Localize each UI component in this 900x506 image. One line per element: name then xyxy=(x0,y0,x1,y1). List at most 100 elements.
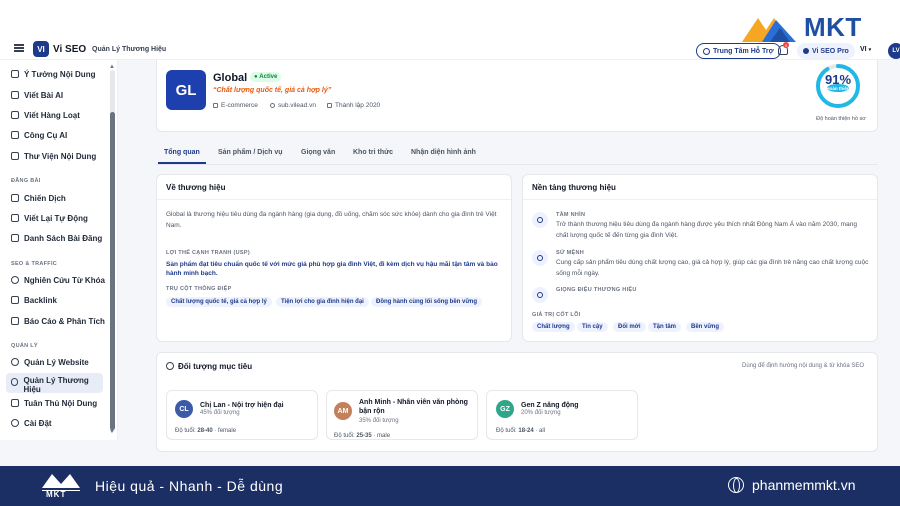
tab-overview[interactable]: Tổng quan xyxy=(164,149,200,156)
tab-tone-of-voice[interactable]: Giọng văn xyxy=(301,149,335,156)
brand-slogan: “Chất lượng quốc tế, giá cả hợp lý” xyxy=(213,87,332,94)
sidebar-item-compliance[interactable]: Tuân Thủ Nội Dung xyxy=(11,396,97,410)
help-circle-icon xyxy=(703,47,710,55)
persona-name: Gen Z năng động xyxy=(521,402,579,409)
sidebar-item-post-list[interactable]: Danh Sách Bài Đăng xyxy=(11,231,102,245)
sidebar-item-brand-management[interactable]: Quản Lý Thương Hiệu xyxy=(11,376,101,394)
sidebar-item-backlink[interactable]: Backlink xyxy=(11,293,57,307)
footer-mkt-logo-text: MKT xyxy=(46,490,67,499)
persona-age: Độ tuổi: 18-24 · all xyxy=(496,428,545,434)
pen-icon xyxy=(11,91,19,99)
persona-name: Chị Lan - Nội trợ hiện đại xyxy=(200,402,284,409)
tag-icon xyxy=(213,103,218,108)
sidebar-item-bulk-writer[interactable]: Viết Hàng Loạt xyxy=(11,108,80,122)
value-chip: Chất lượng xyxy=(532,322,575,332)
sidebar-item-label: Thư Viện Nội Dung xyxy=(24,151,97,161)
persona-age-label: Độ tuổi: xyxy=(175,428,196,434)
value-chip: Tận tâm xyxy=(648,322,682,332)
sidebar-item-content-ideas[interactable]: Ý Tưởng Nội Dung xyxy=(11,67,95,81)
pillar-chip: Tiện lợi cho gia đình hiện đại xyxy=(276,297,369,307)
brand-industry-value: E-commerce xyxy=(221,102,258,109)
core-values-label: GIÁ TRỊ CỐT LÕI xyxy=(532,312,581,318)
sidebar-item-websites[interactable]: Quản Lý Website xyxy=(11,355,89,369)
calendar-icon xyxy=(327,103,332,108)
target-audience-hint: Dùng để định hướng nội dung & từ khóa SE… xyxy=(742,363,865,369)
message-pillars-label: TRỤ CỘT THÔNG ĐIỆP xyxy=(166,286,232,292)
sidebar-item-label: Viết Lại Tự Động xyxy=(24,213,88,223)
sidebar-item-label: Viết Hàng Loạt xyxy=(24,110,80,120)
language-selector[interactable]: VI ▾ xyxy=(860,46,871,53)
list-icon xyxy=(11,234,19,242)
tab-products-services[interactable]: Sản phẩm / Dịch vụ xyxy=(218,149,283,156)
sidebar-section-manage: QUẢN LÝ xyxy=(11,343,38,349)
sidebar-item-label: Báo Cáo & Phân Tích xyxy=(24,316,105,326)
vision-label: TẦM NHÌN xyxy=(556,212,586,218)
hamburger-menu-icon[interactable] xyxy=(14,44,24,52)
brand-icon xyxy=(11,378,19,386)
link-icon xyxy=(11,296,19,304)
sidebar-item-label: Quản Lý Thương Hiệu xyxy=(23,376,89,394)
tools-icon xyxy=(11,131,19,139)
refresh-icon xyxy=(11,214,19,222)
sidebar-item-keyword-research[interactable]: Nghiên Cứu Từ Khóa xyxy=(11,273,105,287)
user-icon xyxy=(803,48,809,54)
gear-icon xyxy=(11,419,19,427)
scroll-down-arrow-icon[interactable]: ▼ xyxy=(109,429,115,435)
globe-icon xyxy=(728,477,744,493)
pillar-chip: Đồng hành cùng lối sống bền vững xyxy=(371,297,483,307)
footer-slogan: Hiệu quả - Nhanh - Dễ dùng xyxy=(95,478,284,494)
profile-completion-value: 91% xyxy=(824,72,852,87)
app-logo[interactable]: VI xyxy=(33,41,49,57)
sidebar-item-ai-writer[interactable]: Viết Bài AI xyxy=(11,88,63,102)
sidebar-item-label: Quản Lý Website xyxy=(24,357,89,367)
tab-visual-identity[interactable]: Nhận diện hình ảnh xyxy=(411,149,476,156)
sidebar-item-content-library[interactable]: Thư Viện Nội Dung xyxy=(11,149,96,163)
sidebar-item-auto-rewrite[interactable]: Viết Lại Tự Động xyxy=(11,211,88,225)
rocket-icon xyxy=(11,194,19,202)
brand-logo: GL xyxy=(166,70,206,110)
sidebar-item-settings[interactable]: Cài Đặt xyxy=(11,416,52,430)
persona-avatar: GZ xyxy=(496,400,514,418)
brand-foundation-title: Nền tảng thương hiệu xyxy=(532,183,616,192)
tab-knowledge-base[interactable]: Kho tri thức xyxy=(353,149,393,156)
users-icon xyxy=(166,362,174,370)
sidebar-item-ai-tools[interactable]: Công Cụ AI xyxy=(11,128,67,142)
persona-avatar: CL xyxy=(175,400,193,418)
persona-age: Độ tuổi: 28-40 · female xyxy=(175,428,236,434)
pillar-chip: Chất lượng quốc tế, giá cả hợp lý xyxy=(166,297,272,307)
value-chip: Bền vững xyxy=(686,322,725,332)
brand-name: Global xyxy=(213,72,248,84)
persona-age-value: 25-35 xyxy=(356,433,372,439)
brand-founded-value: Thành lập 2020 xyxy=(335,102,381,109)
profile-completion-caption: Độ hoàn thiện hồ sơ xyxy=(816,116,866,122)
mission-text: Cung cấp sản phẩm tiêu dùng chất lượng c… xyxy=(556,259,869,277)
support-center-button[interactable]: Trung Tâm Hỗ Trợ xyxy=(696,43,781,59)
sidebar-item-reports[interactable]: Báo Cáo & Phân Tích xyxy=(11,314,105,328)
scroll-up-arrow-icon[interactable]: ▲ xyxy=(109,64,115,70)
sidebar-scrollbar-thumb[interactable] xyxy=(110,112,115,430)
brand-website[interactable]: sub.vilead.vn xyxy=(270,102,316,109)
tabs-divider xyxy=(156,164,878,165)
mkt-brand-logo: MKT xyxy=(740,10,862,44)
support-center-label: Trung Tâm Hỗ Trợ xyxy=(713,47,774,55)
globe-icon xyxy=(11,358,19,366)
sidebar-item-label: Nghiên Cứu Từ Khóa xyxy=(24,275,105,285)
sidebar-item-campaigns[interactable]: Chiến Dịch xyxy=(11,191,66,205)
card-divider xyxy=(157,199,511,200)
persona-share: 20% đối tượng xyxy=(521,410,561,416)
bar-chart-icon xyxy=(11,317,19,325)
profile-completion-label: Hoàn thiện xyxy=(826,86,850,91)
sidebar-item-label: Ý Tưởng Nội Dung xyxy=(24,69,96,79)
about-brand-title: Về thương hiệu xyxy=(166,183,226,192)
persona-age: Độ tuổi: 25-35 · male xyxy=(334,433,390,439)
usp-label: LỢI THẾ CẠNH TRANH (USP) xyxy=(166,250,250,256)
persona-name: Anh Minh - Nhân viên văn phòng bận rộn xyxy=(359,399,468,415)
mkt-logo-text: MKT xyxy=(804,11,862,42)
persona-share: 45% đối tượng xyxy=(200,410,240,416)
sidebar-section-publishing: ĐĂNG BÀI xyxy=(11,178,41,184)
footer-website: phanmemmkt.vn xyxy=(752,477,856,493)
vi-seo-pro-button[interactable]: Vi SEO Pro xyxy=(797,43,855,59)
value-chip: Tin cậy xyxy=(577,322,608,332)
user-avatar[interactable]: LV xyxy=(888,43,900,59)
sidebar-item-label: Chiến Dịch xyxy=(24,193,66,203)
